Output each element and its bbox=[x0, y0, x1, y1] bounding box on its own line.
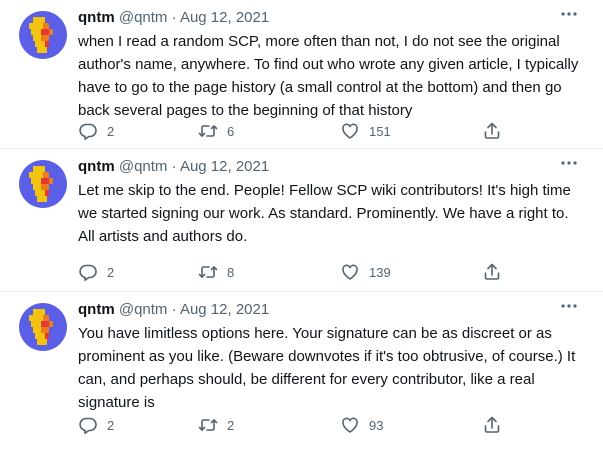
share-icon bbox=[482, 262, 502, 282]
avatar[interactable] bbox=[19, 11, 67, 59]
avatar[interactable] bbox=[19, 303, 67, 351]
share-button[interactable] bbox=[482, 260, 502, 284]
header-separator: · bbox=[171, 158, 177, 175]
retweet-icon bbox=[198, 415, 218, 435]
heart-icon bbox=[340, 121, 360, 141]
like-button[interactable]: 139 bbox=[340, 260, 391, 284]
tweet-header: qntm @qntm · Aug 12, 2021 bbox=[78, 8, 269, 28]
retweet-button[interactable]: 8 bbox=[198, 260, 234, 284]
author-handle[interactable]: @qntm bbox=[119, 9, 168, 26]
tweet-header: qntm @qntm · Aug 12, 2021 bbox=[78, 157, 269, 177]
avatar-image bbox=[19, 160, 67, 208]
tweet-actions: 2 2 93 bbox=[78, 413, 518, 437]
heart-icon bbox=[340, 415, 360, 435]
more-icon[interactable] bbox=[557, 4, 581, 24]
author-name[interactable]: qntm bbox=[78, 301, 115, 318]
tweet-header: qntm @qntm · Aug 12, 2021 bbox=[78, 300, 269, 320]
header-separator: · bbox=[171, 9, 177, 26]
avatar[interactable] bbox=[19, 160, 67, 208]
author-name[interactable]: qntm bbox=[78, 158, 115, 175]
retweet-button[interactable]: 2 bbox=[198, 413, 234, 437]
tweet-text: Let me skip to the end. People! Fellow S… bbox=[78, 182, 571, 245]
share-icon bbox=[482, 415, 502, 435]
share-icon bbox=[482, 121, 502, 141]
header-separator: · bbox=[171, 301, 177, 318]
share-button[interactable] bbox=[482, 119, 502, 143]
share-button[interactable] bbox=[482, 413, 502, 437]
tweet-date[interactable]: Aug 12, 2021 bbox=[180, 9, 269, 26]
reply-icon bbox=[78, 121, 98, 141]
reply-button[interactable]: 2 bbox=[78, 413, 114, 437]
avatar-image bbox=[19, 11, 67, 59]
retweet-button[interactable]: 6 bbox=[198, 119, 234, 143]
like-button[interactable]: 93 bbox=[340, 413, 383, 437]
author-handle[interactable]: @qntm bbox=[119, 158, 168, 175]
author-name[interactable]: qntm bbox=[78, 9, 115, 26]
avatar-image bbox=[19, 303, 67, 351]
tweet-actions: 2 6 151 bbox=[78, 119, 518, 143]
reply-count: 2 bbox=[107, 123, 115, 139]
tweet[interactable]: qntm @qntm · Aug 12, 2021 You have limit… bbox=[0, 292, 603, 453]
tweet-thread: qntm @qntm · Aug 12, 2021 when I read a … bbox=[0, 0, 603, 453]
tweet-text: You have limitless options here. Your si… bbox=[78, 325, 576, 411]
retweet-icon bbox=[198, 121, 218, 141]
author-handle[interactable]: @qntm bbox=[119, 301, 168, 318]
reply-icon bbox=[78, 262, 98, 282]
retweet-count: 8 bbox=[227, 264, 235, 280]
reply-count: 2 bbox=[107, 417, 115, 433]
more-icon[interactable] bbox=[557, 153, 581, 173]
like-count: 93 bbox=[369, 417, 384, 433]
tweet[interactable]: qntm @qntm · Aug 12, 2021 Let me skip to… bbox=[0, 149, 603, 292]
like-count: 139 bbox=[369, 264, 391, 280]
retweet-count: 2 bbox=[227, 417, 235, 433]
reply-button[interactable]: 2 bbox=[78, 260, 114, 284]
reply-icon bbox=[78, 415, 98, 435]
tweet-date[interactable]: Aug 12, 2021 bbox=[180, 158, 269, 175]
reply-button[interactable]: 2 bbox=[78, 119, 114, 143]
retweet-count: 6 bbox=[227, 123, 235, 139]
like-button[interactable]: 151 bbox=[340, 119, 391, 143]
tweet-actions: 2 8 139 bbox=[78, 260, 518, 284]
like-count: 151 bbox=[369, 123, 391, 139]
tweet-text: when I read a random SCP, more often tha… bbox=[78, 33, 579, 119]
more-icon[interactable] bbox=[557, 296, 581, 316]
retweet-icon bbox=[198, 262, 218, 282]
tweet[interactable]: qntm @qntm · Aug 12, 2021 when I read a … bbox=[0, 0, 603, 149]
reply-count: 2 bbox=[107, 264, 115, 280]
heart-icon bbox=[340, 262, 360, 282]
tweet-date[interactable]: Aug 12, 2021 bbox=[180, 301, 269, 318]
